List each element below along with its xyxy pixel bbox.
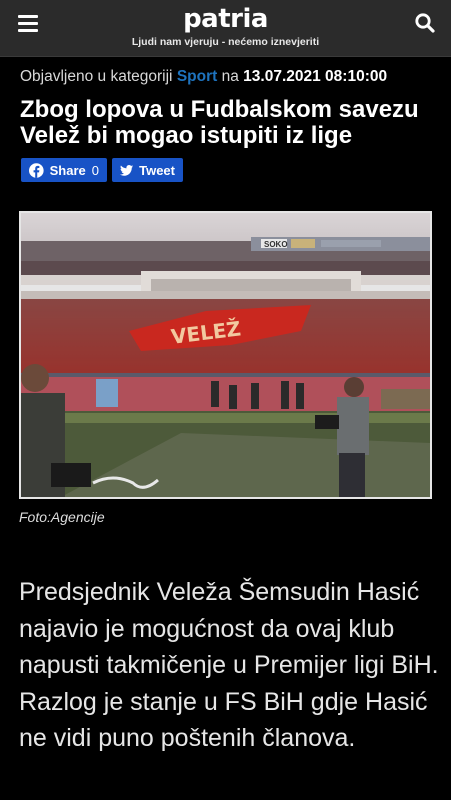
- article-title: Zbog lopova u Fudbalskom savezu Velež bi…: [20, 96, 419, 149]
- photo-caption: Foto:Agencije: [19, 509, 105, 525]
- publish-date: 13.07.2021 08:10:00: [243, 68, 388, 85]
- article-body: Predsjednik Veleža Šemsudin Hasić najavi…: [19, 578, 439, 752]
- site-tagline: Ljudi nam vjeruju - nećemo iznevjeriti: [131, 36, 320, 48]
- site-header: patria Ljudi nam vjeruju - nećemo iznevj…: [0, 0, 451, 57]
- meta-na: na: [221, 68, 239, 85]
- meta-prefix: Objavljeno u kategoriji: [20, 68, 173, 85]
- category-link[interactable]: Sport: [177, 68, 217, 85]
- facebook-icon: [29, 162, 44, 178]
- search-icon[interactable]: [414, 12, 436, 34]
- ad-board-text: SOKO: [264, 240, 288, 249]
- facebook-share-label: Share: [49, 162, 86, 178]
- article-photo: SOKO VELEŽ: [19, 211, 432, 499]
- twitter-tweet-button[interactable]: Tweet: [112, 158, 183, 182]
- twitter-bird-icon: [120, 164, 134, 176]
- stadium-photo: SOKO VELEŽ: [21, 213, 430, 497]
- tweet-label: Tweet: [139, 162, 175, 178]
- facebook-share-button[interactable]: Share 0: [21, 158, 107, 182]
- site-logo[interactable]: patria Ljudi nam vjeruju - nećemo iznevj…: [0, 4, 451, 48]
- logo-text: patria: [183, 4, 268, 34]
- facebook-share-count: 0: [91, 162, 99, 178]
- share-buttons: Share 0 Tweet: [21, 158, 183, 182]
- article-meta: Objavljeno u kategoriji Sport na 13.07.2…: [20, 68, 387, 86]
